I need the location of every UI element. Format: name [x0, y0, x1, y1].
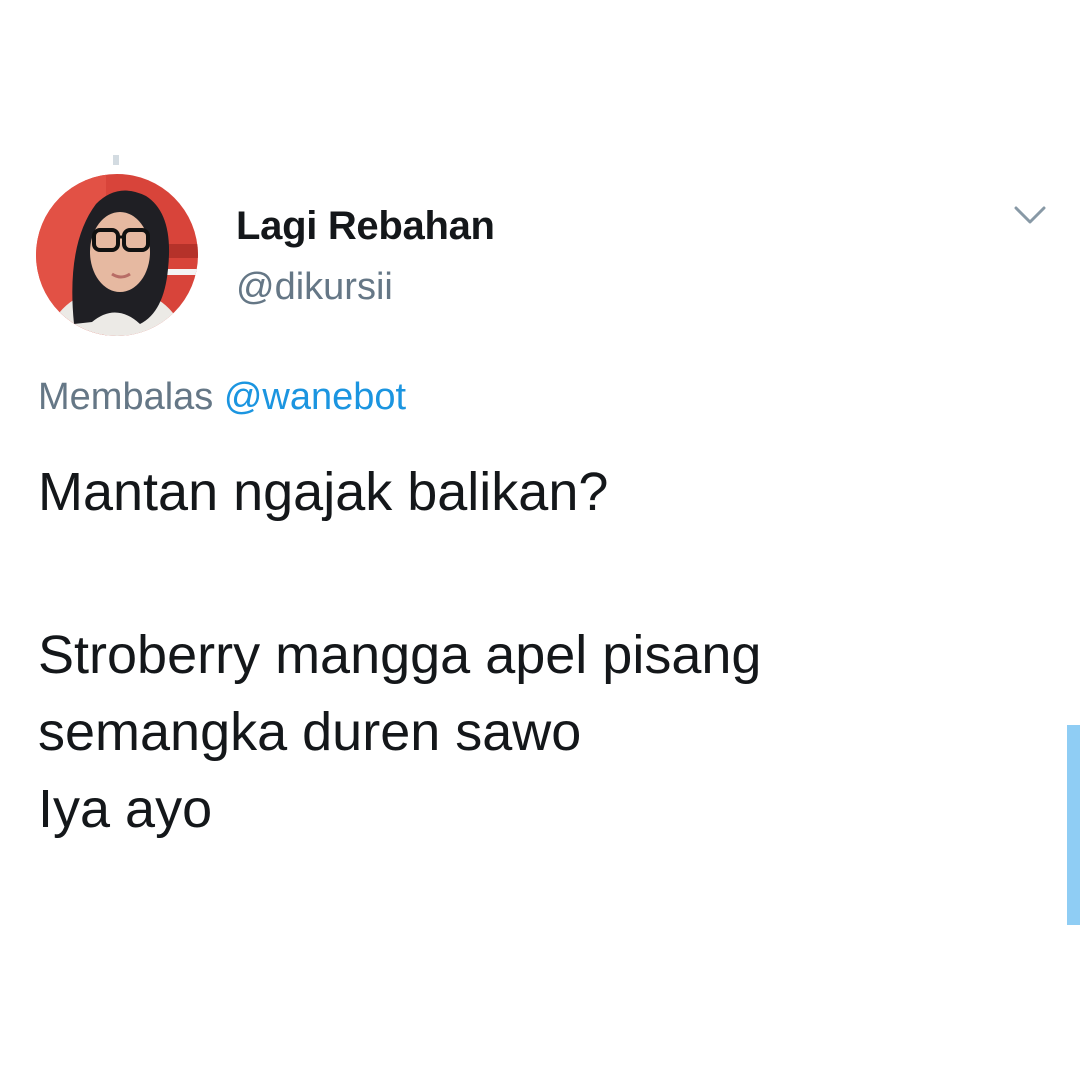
chevron-down-icon[interactable] — [1010, 200, 1050, 230]
display-name[interactable]: Lagi Rebahan — [236, 204, 495, 249]
tweet-line: semangka duren sawo — [38, 702, 582, 762]
avatar[interactable] — [36, 174, 198, 336]
tweet-line: Mantan ngajak balikan? — [38, 462, 609, 522]
thread-connector — [113, 155, 119, 165]
tweet-card: Lagi Rebahan @dikursii Membalas @wanebot… — [0, 0, 1080, 1080]
reply-prefix: Membalas — [38, 376, 214, 418]
tweet-line: Iya ayo — [38, 779, 213, 839]
reply-mention-link[interactable]: @wanebot — [224, 376, 406, 418]
scrollbar-thumb[interactable] — [1067, 725, 1080, 925]
tweet-text: Mantan ngajak balikan? Stroberry mangga … — [38, 454, 1038, 848]
user-handle[interactable]: @dikursii — [236, 266, 393, 309]
reply-context: Membalas @wanebot — [38, 376, 406, 419]
tweet-line: Stroberry mangga apel pisang — [38, 625, 762, 685]
